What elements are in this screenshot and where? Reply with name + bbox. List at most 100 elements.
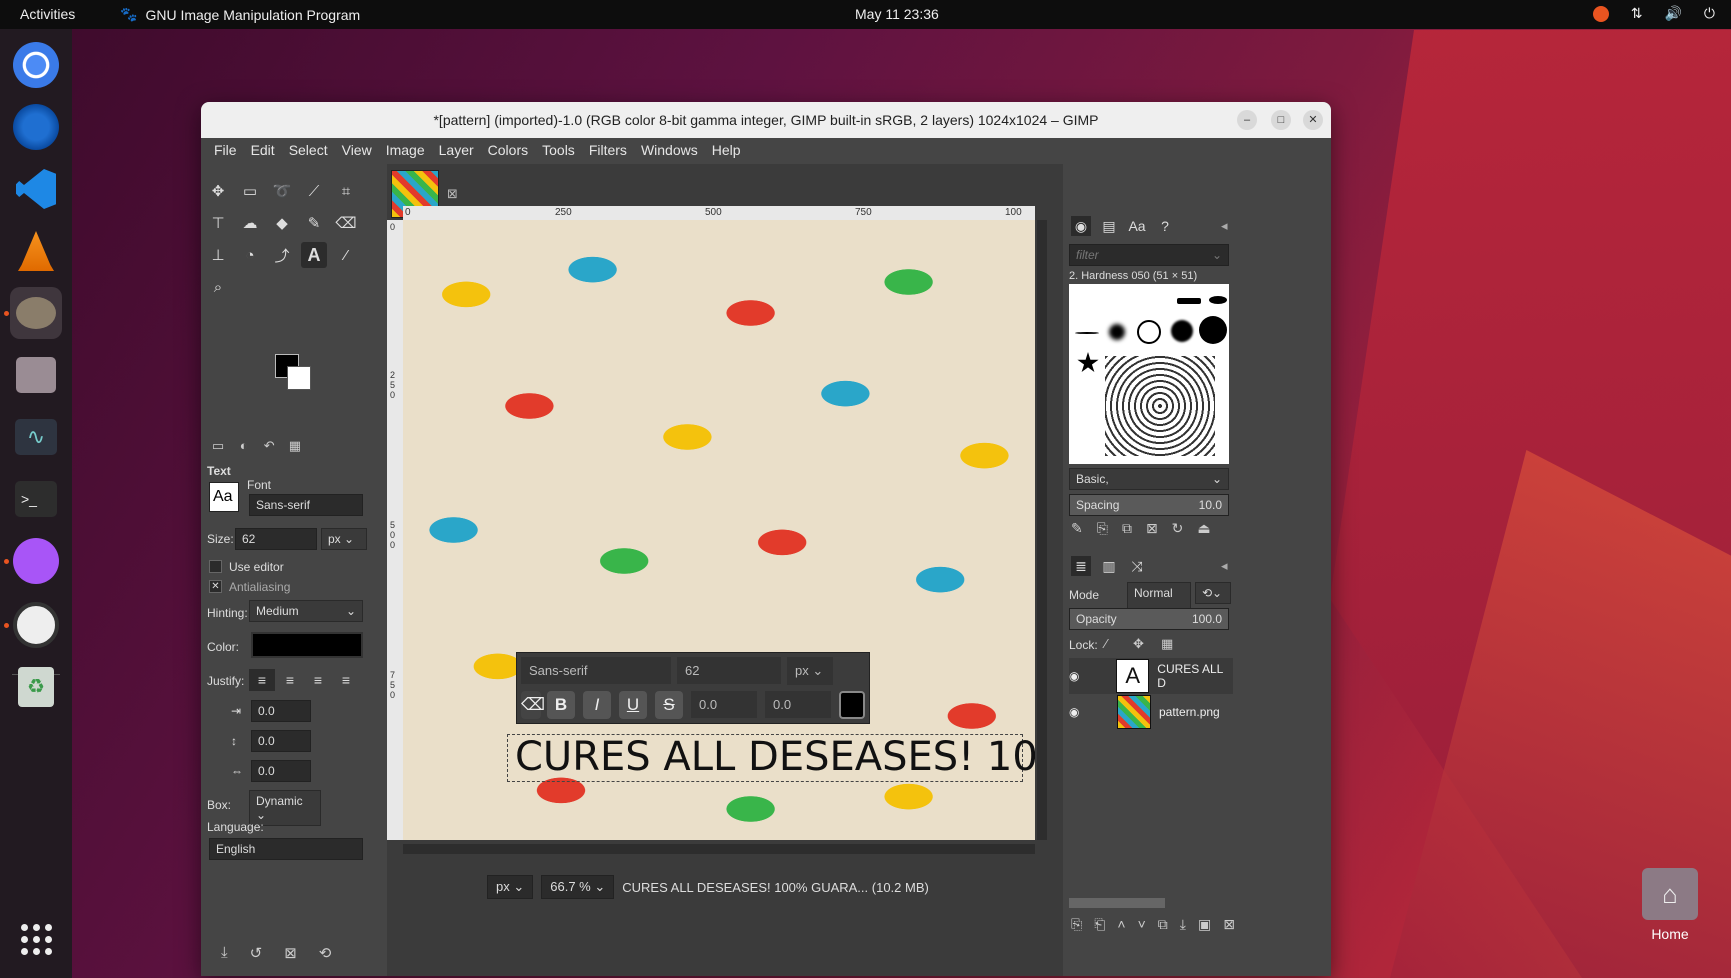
lock-alpha-icon[interactable]: ▦ xyxy=(1161,636,1173,652)
mask-layer-icon[interactable]: ▣ xyxy=(1198,916,1211,933)
menu-view[interactable]: View xyxy=(335,138,379,164)
raise-layer-icon[interactable]: ˄ xyxy=(1117,916,1125,933)
use-editor-checkbox[interactable] xyxy=(209,560,222,573)
clock[interactable]: May 11 23:36 xyxy=(855,6,939,22)
vlc-icon[interactable] xyxy=(10,225,62,277)
warp-tool-icon[interactable]: ☁ xyxy=(237,210,263,236)
fonts-tab-icon[interactable]: Aa xyxy=(1127,216,1147,236)
brush-spacing-slider[interactable]: Spacing 10.0 xyxy=(1069,494,1229,516)
transform-tool-icon[interactable]: ⊤ xyxy=(205,210,231,236)
refresh-brushes-icon[interactable]: ↻ xyxy=(1172,520,1184,537)
delete-options-icon[interactable]: ⊠ xyxy=(284,944,297,962)
text-color-button[interactable] xyxy=(251,632,363,658)
justify-center-icon[interactable]: ≡ xyxy=(305,669,331,691)
justify-right-icon[interactable]: ≡ xyxy=(277,669,303,691)
rect-select-tool-icon[interactable]: ▭ xyxy=(237,178,263,204)
opacity-slider[interactable]: Opacity 100.0 xyxy=(1069,608,1229,630)
unit-select[interactable]: px ⌄ xyxy=(487,875,534,899)
style-unit-select[interactable]: px ⌄ xyxy=(787,657,833,685)
size-input[interactable]: 62 xyxy=(235,528,317,550)
gimp-icon[interactable] xyxy=(4,287,62,339)
justify-left-icon[interactable]: ≡ xyxy=(249,669,275,691)
layer-row[interactable]: ◉ pattern.png xyxy=(1069,694,1233,730)
show-apps-icon[interactable] xyxy=(10,913,62,965)
brush-filter-input[interactable]: filter ⌄ xyxy=(1069,244,1229,266)
zoom-tool-icon[interactable]: ⌕ xyxy=(205,274,231,300)
crop-tool-icon[interactable]: ⌗ xyxy=(333,178,359,204)
layer-name[interactable]: CURES ALL D xyxy=(1157,662,1233,690)
restore-options-icon[interactable]: ↺ xyxy=(250,944,263,962)
menu-layer[interactable]: Layer xyxy=(432,138,481,164)
hinting-select[interactable]: Medium ⌄ xyxy=(249,600,363,622)
layers-scrollbar[interactable] xyxy=(1069,898,1165,908)
new-group-icon[interactable]: ⎗ xyxy=(1094,916,1105,933)
reset-options-icon[interactable]: ⟲ xyxy=(319,944,332,962)
window-titlebar[interactable]: *[pattern] (imported)-1.0 (RGB color 8-b… xyxy=(201,102,1331,138)
edit-brush-icon[interactable]: ✎ xyxy=(1071,520,1083,537)
lock-pixels-icon[interactable]: ⁄ xyxy=(1105,636,1107,651)
thunderbird-icon[interactable] xyxy=(10,101,62,153)
style-color-button[interactable] xyxy=(839,691,865,719)
system-tray[interactable]: ⇅ 🔊 ⏻ xyxy=(1592,5,1715,22)
vscode-icon[interactable] xyxy=(10,163,62,215)
app-menu[interactable]: 🐾 GNU Image Manipulation Program xyxy=(120,6,360,23)
paths-tab-icon[interactable]: ⤨ xyxy=(1127,556,1147,576)
font-input[interactable]: Sans-serif xyxy=(249,494,363,516)
network-icon[interactable]: ⇅ xyxy=(1631,5,1643,22)
bold-icon[interactable]: B xyxy=(547,691,575,719)
clear-style-icon[interactable]: ⌫ xyxy=(521,691,545,719)
font-preview[interactable]: Aa xyxy=(209,482,239,512)
terminal-icon[interactable]: >_ xyxy=(10,473,62,525)
eraser-tool-icon[interactable]: ⌫ xyxy=(333,210,359,236)
desktop-home-folder[interactable]: ⌂ Home xyxy=(1620,868,1720,942)
paths-tool-icon[interactable]: ⤴ xyxy=(269,242,295,268)
patterns-tab-icon[interactable]: ▤ xyxy=(1099,216,1119,236)
help-tab-icon[interactable]: ? xyxy=(1155,216,1175,236)
paintbrush-tool-icon[interactable]: ✎ xyxy=(301,210,327,236)
fuzzy-select-tool-icon[interactable]: ⟋ xyxy=(301,178,327,204)
menu-colors[interactable]: Colors xyxy=(481,138,535,164)
text-tool-icon[interactable]: A xyxy=(301,242,327,268)
canvas-text-layer[interactable]: CURES ALL DESEASES! 100 xyxy=(515,734,1035,780)
underline-icon[interactable]: U xyxy=(619,691,647,719)
layers-tab-icon[interactable]: ≣ xyxy=(1071,556,1091,576)
clone-tool-icon[interactable]: ⊥ xyxy=(205,242,231,268)
device-status-tab-icon[interactable]: ◐ xyxy=(233,438,255,453)
delete-brush-icon[interactable]: ⊠ xyxy=(1146,520,1158,537)
system-monitor-icon[interactable]: ∿ xyxy=(10,411,62,463)
vertical-ruler[interactable]: 0 2 5 0 5 0 0 7 5 0 xyxy=(387,220,403,840)
undo-history-tab-icon[interactable]: ↶ xyxy=(258,438,280,454)
visibility-eye-icon[interactable]: ◉ xyxy=(1069,669,1108,683)
layers-dock-menu-icon[interactable]: ◂ xyxy=(1221,558,1228,574)
lock-position-icon[interactable]: ✥ xyxy=(1133,636,1144,652)
brush-grid[interactable] xyxy=(1069,284,1229,464)
menu-file[interactable]: File xyxy=(207,138,244,164)
menu-filters[interactable]: Filters xyxy=(582,138,634,164)
cat-app-icon[interactable] xyxy=(4,535,62,587)
dock-menu-icon[interactable]: ◂ xyxy=(1221,218,1228,234)
style-font-input[interactable]: Sans-serif xyxy=(521,657,671,684)
color-picker-tool-icon[interactable]: ⁄ xyxy=(333,242,359,268)
composite-mode-select[interactable]: ⟲⌄ xyxy=(1195,582,1231,604)
duplicate-layer-icon[interactable]: ⧉ xyxy=(1158,916,1168,933)
layer-name[interactable]: pattern.png xyxy=(1159,705,1220,719)
size-unit-select[interactable]: px ⌄ xyxy=(321,528,367,550)
brushes-tab-icon[interactable]: ◉ xyxy=(1071,216,1091,236)
duplicate-brush-icon[interactable]: ⧉ xyxy=(1122,520,1132,537)
channels-tab-icon[interactable]: ▥ xyxy=(1099,556,1119,576)
new-layer-icon[interactable]: ⎘ xyxy=(1071,916,1082,933)
horizontal-scrollbar[interactable] xyxy=(403,844,1035,854)
files-icon[interactable] xyxy=(10,349,62,401)
smudge-tool-icon[interactable]: ◔ xyxy=(237,242,263,268)
justify-fill-icon[interactable]: ≡ xyxy=(333,669,359,691)
visibility-eye-icon[interactable]: ◉ xyxy=(1069,705,1109,719)
move-tool-icon[interactable]: ✥ xyxy=(205,178,231,204)
strikethrough-icon[interactable]: S xyxy=(655,691,683,719)
menu-help[interactable]: Help xyxy=(705,138,748,164)
menu-select[interactable]: Select xyxy=(282,138,335,164)
lower-layer-icon[interactable]: ˅ xyxy=(1138,916,1146,933)
indent-input[interactable]: 0.0 xyxy=(251,700,311,722)
italic-icon[interactable]: I xyxy=(583,691,611,719)
app-center-icon[interactable] xyxy=(4,599,62,651)
close-button[interactable]: ✕ xyxy=(1303,110,1323,130)
